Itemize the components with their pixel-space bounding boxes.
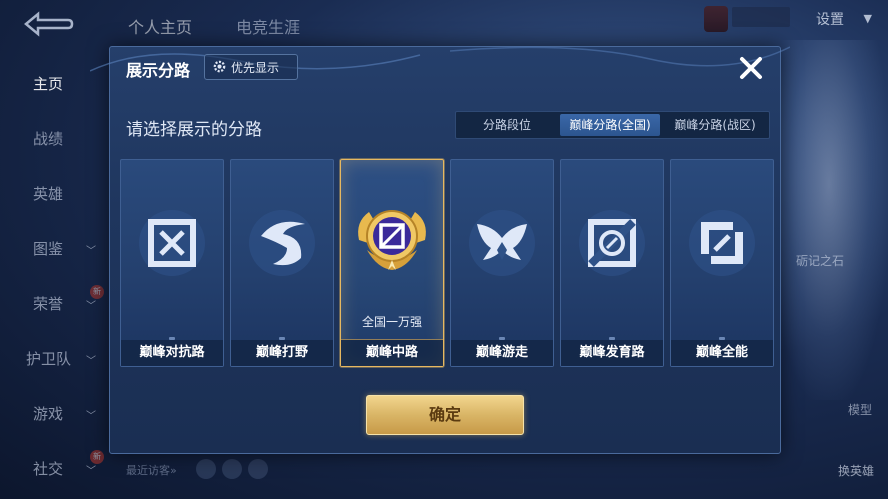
sidebar-item-label: 荣誉 (33, 295, 64, 313)
recent-visitors[interactable]: 最近访客» (126, 462, 177, 478)
sidebar-item-label: 战绩 (33, 130, 64, 148)
lane-card-clash[interactable]: 巅峰对抗路 (120, 159, 224, 367)
vip-banner (732, 7, 790, 27)
lane-card-label: 巅峰打野 (231, 340, 333, 366)
lane-card-label: 巅峰全能 (671, 340, 773, 366)
instruction-text: 请选择展示的分路 (126, 120, 262, 140)
top-nav-esports[interactable]: 电竞生涯 (236, 14, 300, 38)
lane-card-mid[interactable]: 全国一万强 巅峰中路 (340, 159, 444, 367)
lane-card-all-round[interactable]: 巅峰全能 (670, 159, 774, 367)
priority-display-button[interactable]: 优先显示 (204, 54, 298, 80)
tab-peak-region[interactable]: 巅峰分路(战区) (664, 114, 766, 136)
chevron-down-icon: ﹀ (86, 411, 96, 422)
lane-card-label: 巅峰发育路 (561, 340, 663, 366)
lane-card-jungle[interactable]: 巅峰打野 (230, 159, 334, 367)
avatar[interactable] (196, 459, 216, 479)
clash-lane-icon (139, 210, 205, 276)
sidebar-item-label: 护卫队 (26, 350, 72, 368)
chevron-down-icon: ﹀ (86, 356, 96, 367)
confirm-button[interactable]: 确定 (366, 395, 524, 435)
farm-lane-icon (579, 210, 645, 276)
sidebar-item-label: 主页 (33, 75, 64, 93)
sidebar-item-label: 游戏 (33, 405, 64, 423)
sidebar-item-label: 社交 (33, 460, 64, 478)
sidebar-item-heroes[interactable]: 英雄 (0, 173, 108, 213)
avatar[interactable] (222, 459, 242, 479)
settings-button[interactable]: 设置 (816, 9, 844, 29)
sidebar-item-label: 英雄 (33, 185, 64, 203)
avatar[interactable] (248, 459, 268, 479)
lane-card-roam[interactable]: 巅峰游走 (450, 159, 554, 367)
sidebar-item-social[interactable]: 社交 ﹀ 新 (0, 448, 108, 488)
chevron-down-icon: ﹀ (86, 466, 96, 477)
sidebar-item-games[interactable]: 游戏 ﹀ (0, 393, 108, 433)
sidebar-item-label: 图鉴 (33, 240, 64, 258)
top-nav-profile[interactable]: 个人主页 (128, 14, 192, 38)
stone-label: 砺记之石 (796, 254, 845, 268)
chevron-down-icon: ﹀ (86, 301, 96, 312)
jungle-icon (249, 210, 315, 276)
sidebar-item-honor[interactable]: 荣誉 ﹀ 新 (0, 283, 108, 323)
top-nav: 个人主页 电竞生涯 (128, 14, 300, 38)
model-button[interactable]: 模型 (848, 401, 872, 418)
vip-badge-icon[interactable] (704, 6, 728, 32)
decorative-swirl-icon (90, 46, 790, 72)
back-arrow-icon[interactable] (22, 10, 74, 38)
roam-icon (469, 210, 535, 276)
hero-portrait (770, 40, 888, 400)
new-badge: 新 (90, 450, 104, 464)
sidebar-item-codex[interactable]: 图鉴 ﹀ (0, 228, 108, 268)
sidebar-item-record[interactable]: 战绩 (0, 118, 108, 158)
chevron-down-icon[interactable]: ▼ (864, 12, 872, 25)
tab-lane-rank[interactable]: 分路段位 (458, 114, 556, 136)
gear-icon (213, 60, 226, 73)
priority-display-label: 优先显示 (231, 61, 280, 75)
lane-card-farm[interactable]: 巅峰发育路 (560, 159, 664, 367)
mid-lane-icon (358, 210, 426, 270)
swap-hero-button[interactable]: 换英雄 (838, 462, 874, 479)
all-round-icon (689, 210, 755, 276)
lane-tabs: 分路段位 巅峰分路(全国) 巅峰分路(战区) (455, 111, 770, 139)
sidebar-item-guard[interactable]: 护卫队 ﹀ (0, 338, 108, 378)
rank-text: 全国一万强 (361, 315, 422, 329)
tab-peak-national[interactable]: 巅峰分路(全国) (560, 114, 660, 136)
lane-card-label: 巅峰中路 (341, 339, 443, 366)
lane-card-label: 巅峰游走 (451, 340, 553, 366)
chevron-down-icon: ﹀ (86, 246, 96, 257)
lane-display-dialog: 展示分路 优先显示 请选择展示的分路 分路段位 巅峰分路(全国) 巅峰分路(战区… (90, 46, 790, 454)
dialog-title: 展示分路 (126, 61, 191, 80)
close-icon[interactable] (736, 53, 766, 83)
lane-card-label: 巅峰对抗路 (121, 340, 223, 366)
game-screen: 个人主页 电竞生涯 设置 ▼ 主页 战绩 英雄 图鉴 ﹀ 荣誉 ﹀ 新 护卫队 … (0, 0, 888, 499)
new-badge: 新 (90, 285, 104, 299)
